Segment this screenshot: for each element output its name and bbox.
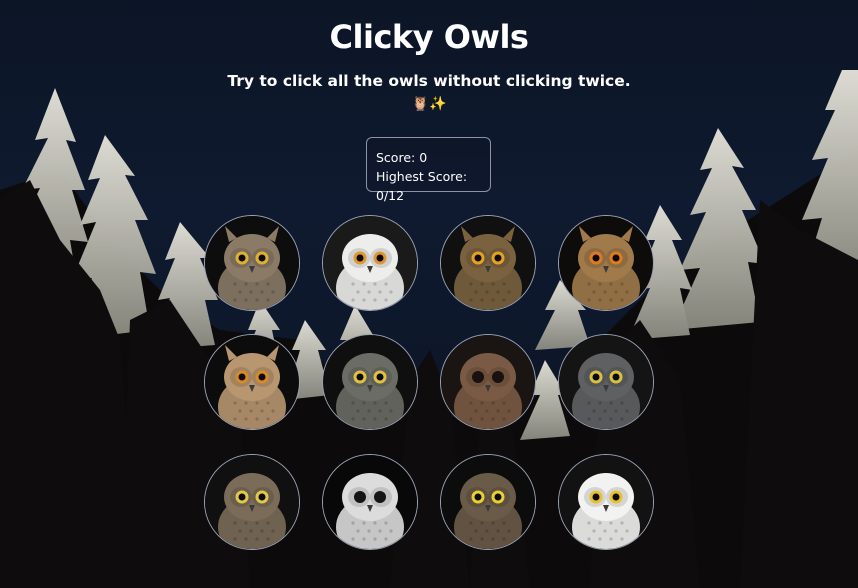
little-owl-icon bbox=[205, 455, 299, 549]
owl-card[interactable] bbox=[322, 454, 418, 550]
owl-card[interactable] bbox=[558, 334, 654, 430]
eagle-owl-icon bbox=[205, 335, 299, 429]
owl-card[interactable] bbox=[558, 454, 654, 550]
score-panel: Score: 0 Highest Score: 0/12 bbox=[366, 137, 491, 203]
owl-sparkle-emoji: 🦉✨ bbox=[411, 96, 447, 112]
owl-card[interactable] bbox=[204, 215, 300, 311]
great-horned-owl-icon bbox=[205, 216, 299, 310]
score-label: Score: 0 bbox=[376, 150, 428, 165]
long-eared-owl-icon bbox=[441, 216, 535, 310]
highest-score-label: Highest Score: 0/12 bbox=[376, 169, 468, 203]
owl-card[interactable] bbox=[322, 334, 418, 430]
owl-card[interactable] bbox=[204, 454, 300, 550]
owl-card[interactable] bbox=[322, 215, 418, 311]
page-title: Clicky Owls bbox=[329, 18, 529, 56]
owl-card[interactable] bbox=[440, 454, 536, 550]
owl-card[interactable] bbox=[204, 334, 300, 430]
northern-hawk-owl-icon bbox=[323, 335, 417, 429]
app: Clicky Owls Try to click all the owls wi… bbox=[0, 0, 858, 588]
snowy-owl-icon bbox=[323, 216, 417, 310]
great-grey-owl-icon bbox=[559, 335, 653, 429]
white-snowy-owl-icon bbox=[559, 455, 653, 549]
owl-card[interactable] bbox=[440, 215, 536, 311]
eurasian-eagle-owl-icon bbox=[559, 216, 653, 310]
barn-owl-icon bbox=[323, 455, 417, 549]
owl-card[interactable] bbox=[558, 215, 654, 311]
instructions-text: Try to click all the owls without clicki… bbox=[227, 72, 631, 90]
tawny-owl-icon bbox=[441, 335, 535, 429]
boreal-owl-icon bbox=[441, 455, 535, 549]
owl-card[interactable] bbox=[440, 334, 536, 430]
